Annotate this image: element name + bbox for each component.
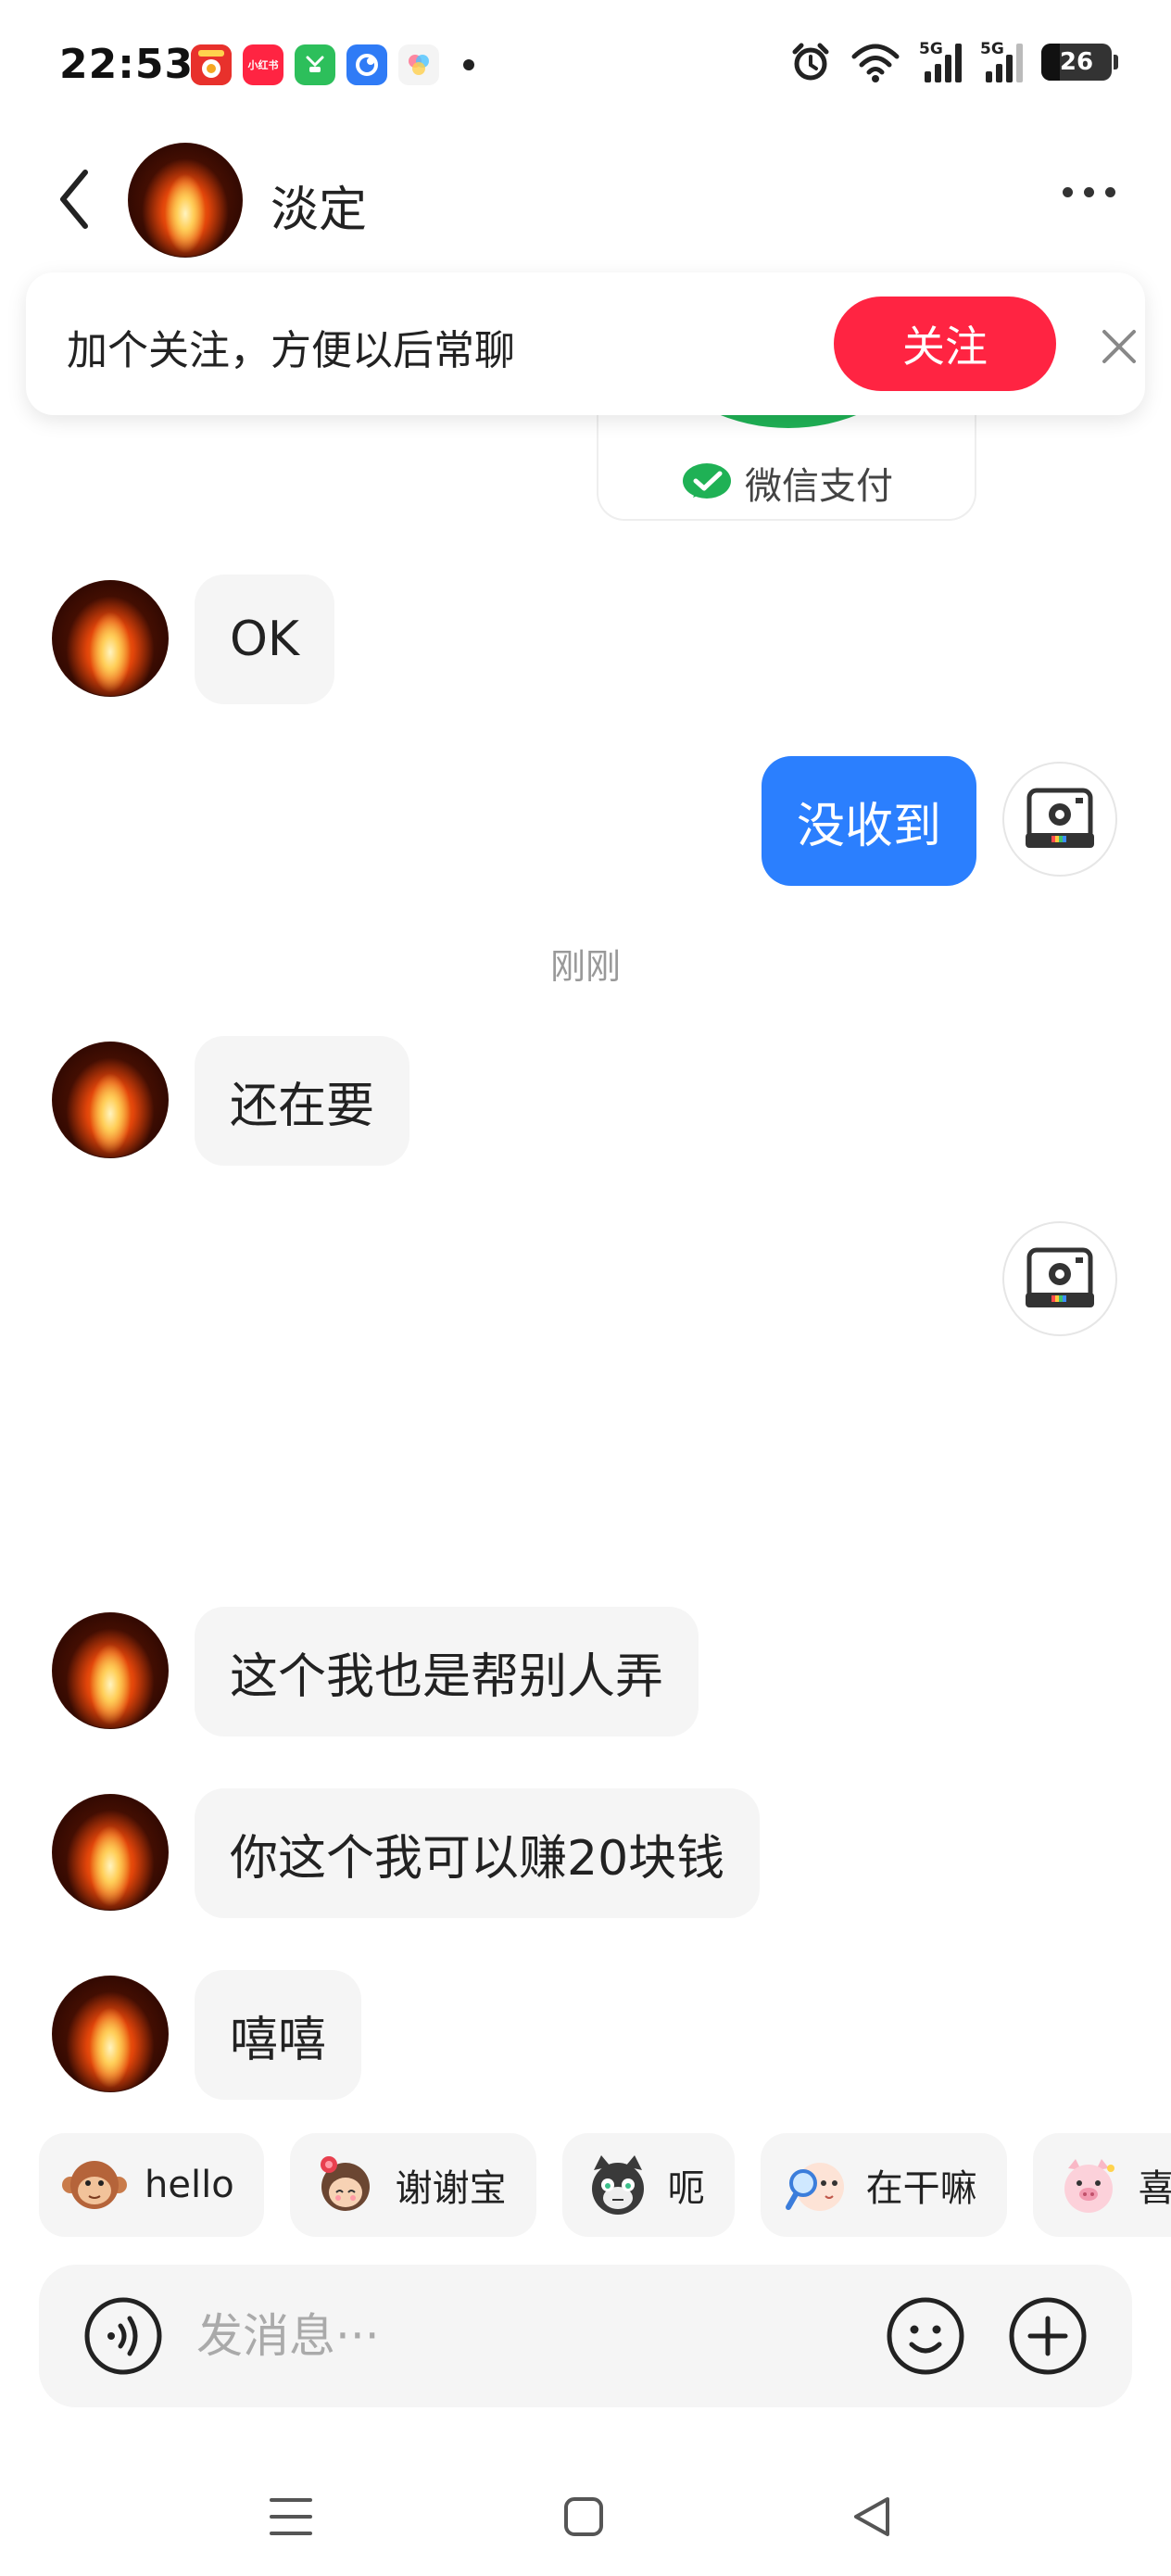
smiley-icon bbox=[887, 2297, 964, 2375]
menu-icon bbox=[270, 2498, 312, 2535]
magnifier-sticker-icon bbox=[783, 2152, 850, 2218]
monkey-sticker-icon bbox=[61, 2152, 128, 2218]
quick-reply-label: 在干嘛 bbox=[865, 2167, 977, 2210]
colorful-app-icon bbox=[398, 44, 439, 85]
follow-button[interactable]: 关注 bbox=[834, 297, 1056, 391]
quick-reply-label: 喜 bbox=[1138, 2167, 1171, 2210]
voice-icon bbox=[84, 2297, 162, 2375]
recent-apps-button[interactable] bbox=[263, 2489, 319, 2544]
contact-avatar[interactable] bbox=[128, 143, 243, 258]
xiaohongshu-app-icon: 小红书 bbox=[243, 44, 283, 85]
incoming-message-bubble[interactable]: 还在要 bbox=[195, 1036, 410, 1166]
green-app-icon bbox=[295, 44, 335, 85]
sender-avatar[interactable] bbox=[52, 580, 169, 697]
alarm-icon bbox=[792, 43, 829, 81]
incoming-message-bubble[interactable]: 嘻嘻 bbox=[195, 1970, 362, 2100]
incoming-message-bubble[interactable]: 这个我也是帮别人弄 bbox=[195, 1607, 699, 1736]
status-bar: 22:53 小红书 5G 5G 26 bbox=[0, 0, 1171, 130]
quick-reply-chip[interactable]: hello bbox=[39, 2133, 264, 2237]
close-icon bbox=[1102, 330, 1136, 363]
cat-sticker-icon bbox=[585, 2152, 651, 2218]
self-avatar[interactable] bbox=[1002, 762, 1117, 877]
home-button[interactable] bbox=[556, 2489, 611, 2544]
close-follow-prompt-button[interactable] bbox=[1082, 309, 1156, 384]
status-indicators: 5G 5G 26 bbox=[789, 40, 1118, 83]
emoji-button[interactable] bbox=[886, 2296, 965, 2376]
back-button[interactable] bbox=[46, 163, 102, 235]
sender-avatar[interactable] bbox=[52, 1042, 169, 1158]
quick-reply-chip[interactable]: 喜 bbox=[1032, 2133, 1171, 2237]
takeout-app-icon bbox=[191, 44, 232, 85]
message-row: 这个我也是帮别人弄 bbox=[0, 1607, 1171, 1746]
sender-avatar[interactable] bbox=[52, 1976, 169, 2092]
sender-avatar[interactable] bbox=[52, 1794, 169, 1911]
voice-input-button[interactable] bbox=[83, 2296, 163, 2376]
message-input-bar bbox=[39, 2265, 1132, 2407]
system-navigation-bar bbox=[0, 2465, 1171, 2576]
wifi-icon bbox=[851, 44, 900, 82]
pay-card-footer: 微信支付 bbox=[598, 456, 975, 510]
quick-reply-chip[interactable]: 谢谢宝 bbox=[289, 2133, 536, 2237]
follow-prompt-bar: 加个关注，方便以后常聊 关注 bbox=[26, 272, 1145, 415]
quick-reply-label: hello bbox=[145, 2164, 234, 2206]
incoming-message-bubble[interactable]: OK bbox=[195, 575, 335, 704]
quick-reply-row: hello 谢谢宝 呃 在干嘛 喜 bbox=[39, 2133, 1171, 2237]
camera-avatar-icon bbox=[1026, 1247, 1094, 1307]
wechat-pay-icon bbox=[683, 463, 731, 499]
sender-avatar[interactable] bbox=[52, 1612, 169, 1729]
pig-sticker-icon bbox=[1055, 2152, 1122, 2218]
contact-name[interactable]: 淡定 bbox=[271, 170, 367, 240]
more-options-button[interactable] bbox=[1063, 187, 1115, 197]
incoming-message-bubble[interactable]: 你这个我可以赚20块钱 bbox=[195, 1788, 761, 1918]
quick-reply-chip[interactable]: 呃 bbox=[561, 2133, 735, 2237]
triangle-back-icon bbox=[854, 2497, 889, 2536]
follow-prompt-text: 加个关注，方便以后常聊 bbox=[67, 327, 515, 374]
message-row: 你这个我可以赚20块钱 bbox=[0, 1788, 1171, 1927]
outgoing-media-message[interactable] bbox=[556, 1214, 982, 1566]
chevron-left-icon bbox=[60, 170, 88, 229]
message-row: 没收到 bbox=[0, 754, 1171, 893]
notification-dot bbox=[463, 59, 474, 70]
quick-reply-label: 呃 bbox=[667, 2167, 705, 2210]
self-avatar[interactable] bbox=[1002, 1221, 1117, 1336]
signal-strength-2-icon: 5G bbox=[980, 40, 1023, 82]
blue-app-icon bbox=[346, 44, 387, 85]
message-row bbox=[0, 1214, 1171, 1585]
message-row: OK bbox=[0, 575, 1171, 713]
outgoing-message-bubble[interactable]: 没收到 bbox=[761, 756, 976, 886]
chat-screen: 22:53 小红书 5G 5G 26 淡定 微信支付 加个关注，方便以后常聊 关… bbox=[0, 0, 1171, 2576]
message-input[interactable] bbox=[196, 2296, 863, 2376]
quick-reply-chip[interactable]: 在干嘛 bbox=[760, 2133, 1007, 2237]
plus-icon bbox=[1009, 2297, 1087, 2375]
pay-card-label: 微信支付 bbox=[745, 465, 893, 508]
message-row: 还在要 bbox=[0, 1036, 1171, 1175]
status-app-icons: 小红书 bbox=[191, 44, 474, 85]
message-row: 嘻嘻 bbox=[0, 1970, 1171, 2109]
back-nav-button[interactable] bbox=[843, 2489, 899, 2544]
chat-header: 淡定 bbox=[0, 130, 1171, 269]
girl-flower-sticker-icon bbox=[312, 2152, 379, 2218]
square-icon bbox=[564, 2497, 603, 2536]
signal-strength-1-icon: 5G bbox=[919, 40, 962, 82]
camera-avatar-icon bbox=[1026, 788, 1094, 848]
status-time: 22:53 bbox=[59, 41, 195, 88]
message-timestamp: 刚刚 bbox=[549, 946, 621, 987]
more-actions-button[interactable] bbox=[1008, 2296, 1088, 2376]
battery-icon: 26 bbox=[1041, 44, 1118, 81]
quick-reply-label: 谢谢宝 bbox=[395, 2167, 507, 2210]
